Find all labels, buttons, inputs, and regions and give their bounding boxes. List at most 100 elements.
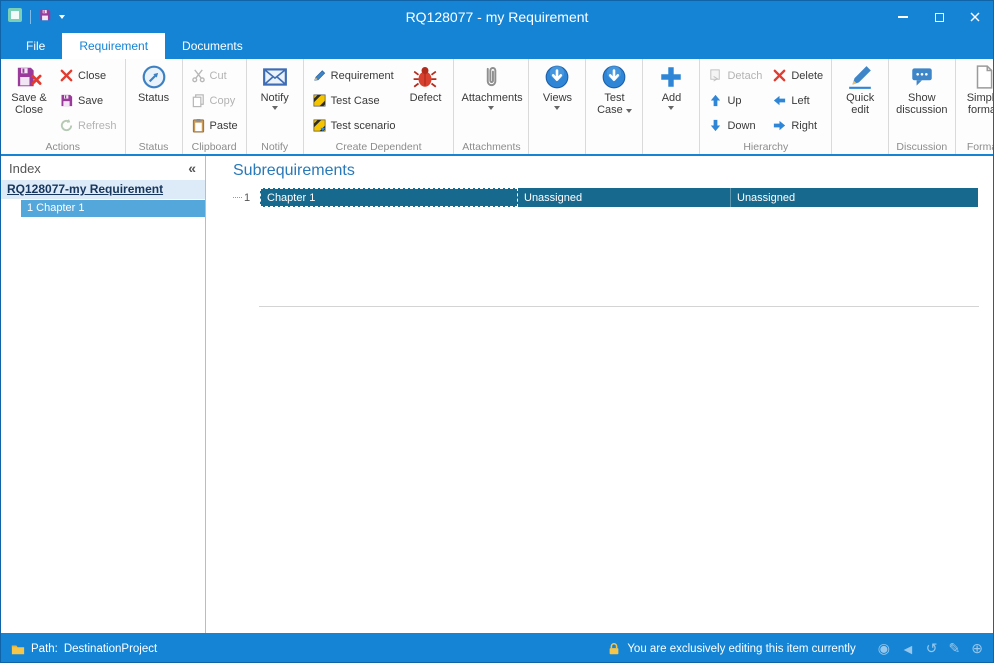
row-cell-assignee[interactable]: Unassigned xyxy=(518,188,731,207)
status-icon xyxy=(141,64,167,90)
ribbon-group-discussion: Show discussion Discussion xyxy=(889,59,955,154)
statusbar-tool-icon-4[interactable]: ✎ xyxy=(949,640,961,657)
cut-button[interactable]: Cut xyxy=(186,63,243,88)
detach-icon xyxy=(708,68,723,83)
path-label: Path: xyxy=(31,643,58,655)
ribbon-group-format: Simple format Format xyxy=(956,59,994,154)
content-area: Index « RQ128077-my Requirement 1 Chapte… xyxy=(1,156,993,633)
ribbon-group-clipboard: Cut Copy Paste Clipboard xyxy=(183,59,247,154)
views-button[interactable]: Views xyxy=(532,60,582,140)
statusbar-tool-icon-3[interactable]: ↺ xyxy=(926,640,938,657)
ribbon-tabs: File Requirement Documents xyxy=(1,33,993,59)
folder-icon xyxy=(11,642,25,656)
refresh-button[interactable]: Refresh xyxy=(54,113,122,138)
detach-button[interactable]: Detach xyxy=(703,63,767,88)
test-case-hazard-icon xyxy=(312,93,327,108)
tab-requirement[interactable]: Requirement xyxy=(62,33,165,59)
notify-button[interactable]: Notify xyxy=(250,60,300,140)
statusbar-tool-icon-2[interactable]: ◄ xyxy=(901,641,915,657)
group-label-status: Status xyxy=(126,141,182,154)
row-cell-status[interactable]: Unassigned xyxy=(731,188,978,207)
up-arrow-icon xyxy=(708,93,723,108)
main-panel: Subrequirements 1 Chapter 1 Unassigned U… xyxy=(206,156,993,633)
quick-save-icon[interactable] xyxy=(38,8,52,27)
right-button[interactable]: Right xyxy=(767,113,828,138)
simple-format-page-icon xyxy=(971,64,994,90)
create-test-case-button[interactable]: Test Case xyxy=(307,88,401,113)
right-arrow-icon xyxy=(772,118,787,133)
cut-icon xyxy=(191,68,206,83)
save-and-close-label: Save & Close xyxy=(8,92,50,116)
views-dropdown-icon xyxy=(554,106,560,110)
delete-button[interactable]: Delete xyxy=(767,63,828,88)
add-button[interactable]: Add xyxy=(646,60,696,140)
quick-edit-pencil-icon xyxy=(847,64,873,90)
sidebar-header: Index « xyxy=(1,156,205,180)
statusbar-tools: ◉ ◄ ↺ ✎ ⊕ xyxy=(862,640,983,657)
tree-dotted-line xyxy=(233,197,242,198)
sidebar-title: Index xyxy=(9,161,41,176)
ribbon-group-create-dependent: Requirement Test Case Test scenario Defe… xyxy=(304,59,455,154)
paste-button[interactable]: Paste xyxy=(186,113,243,138)
statusbar-lock-message: You are exclusively editing this item cu… xyxy=(607,642,855,656)
ribbon-group-status: Status Status xyxy=(126,59,183,154)
quick-edit-button[interactable]: Quick edit xyxy=(835,60,885,140)
down-button[interactable]: Down xyxy=(703,113,767,138)
tab-documents[interactable]: Documents xyxy=(165,33,260,59)
save-icon xyxy=(59,93,74,108)
save-button[interactable]: Save xyxy=(54,88,122,113)
close-window-button[interactable] xyxy=(957,3,993,31)
group-label-attachments: Attachments xyxy=(454,141,528,154)
test-scenario-hazard-icon xyxy=(312,118,327,133)
copy-button[interactable]: Copy xyxy=(186,88,243,113)
simple-format-button[interactable]: Simple format xyxy=(959,60,994,140)
group-label-clipboard: Clipboard xyxy=(183,141,246,154)
defect-button[interactable]: Defect xyxy=(400,60,450,140)
titlebar: RQ128077 - my Requirement xyxy=(1,1,993,33)
subrequirements-heading: Subrequirements xyxy=(233,162,993,180)
ribbon-group-hierarchy: Detach Up Down Delete xyxy=(700,59,832,154)
attachments-button[interactable]: Attachments xyxy=(457,60,525,140)
minimize-button[interactable] xyxy=(885,3,921,31)
path-value: DestinationProject xyxy=(64,643,157,655)
group-label-create-dependent: Create Dependent xyxy=(304,141,454,154)
statusbar-tool-icon-1[interactable]: ◉ xyxy=(878,640,890,657)
test-case-dropdown-icon xyxy=(626,109,632,113)
tree-item-root-requirement[interactable]: RQ128077-my Requirement xyxy=(1,180,205,199)
close-button[interactable]: Close xyxy=(54,63,122,88)
create-test-scenario-button[interactable]: Test scenario xyxy=(307,113,401,138)
lock-message-text: You are exclusively editing this item cu… xyxy=(627,643,855,655)
qat-dropdown-icon[interactable] xyxy=(59,15,65,19)
app-icon[interactable] xyxy=(7,7,23,28)
ribbon-group-notify: Notify Notify xyxy=(247,59,304,154)
statusbar-tool-icon-5[interactable]: ⊕ xyxy=(971,640,983,657)
tab-file[interactable]: File xyxy=(9,33,62,59)
subrequirement-row[interactable]: 1 Chapter 1 Unassigned Unassigned xyxy=(233,188,993,207)
create-requirement-button[interactable]: Requirement xyxy=(307,63,401,88)
save-and-close-button[interactable]: Save & Close xyxy=(4,60,54,140)
group-label-hierarchy: Hierarchy xyxy=(700,141,831,154)
window-controls xyxy=(885,3,993,31)
section-separator xyxy=(259,306,979,307)
lock-icon xyxy=(607,642,621,656)
row-cell-name[interactable]: Chapter 1 xyxy=(260,188,518,207)
maximize-icon xyxy=(935,13,944,22)
left-button[interactable]: Left xyxy=(767,88,828,113)
up-button[interactable]: Up xyxy=(703,88,767,113)
group-label-format: Format xyxy=(956,141,994,154)
row-number: 1 xyxy=(233,192,260,204)
ribbon-group-attachments: Attachments Attachments xyxy=(454,59,529,154)
left-arrow-icon xyxy=(772,93,787,108)
refresh-icon xyxy=(59,118,74,133)
maximize-button[interactable] xyxy=(921,3,957,31)
status-button[interactable]: Status xyxy=(129,60,179,140)
test-case-button[interactable]: Test Case xyxy=(589,60,639,140)
index-sidebar: Index « RQ128077-my Requirement 1 Chapte… xyxy=(1,156,206,633)
delete-icon xyxy=(772,68,787,83)
tree-item-chapter-1[interactable]: 1 Chapter 1 xyxy=(21,200,205,217)
ribbon-group-add: Add xyxy=(643,59,700,154)
paperclip-icon xyxy=(478,64,504,90)
paste-icon xyxy=(191,118,206,133)
collapse-sidebar-icon[interactable]: « xyxy=(188,160,196,176)
show-discussion-button[interactable]: Show discussion xyxy=(892,60,951,140)
